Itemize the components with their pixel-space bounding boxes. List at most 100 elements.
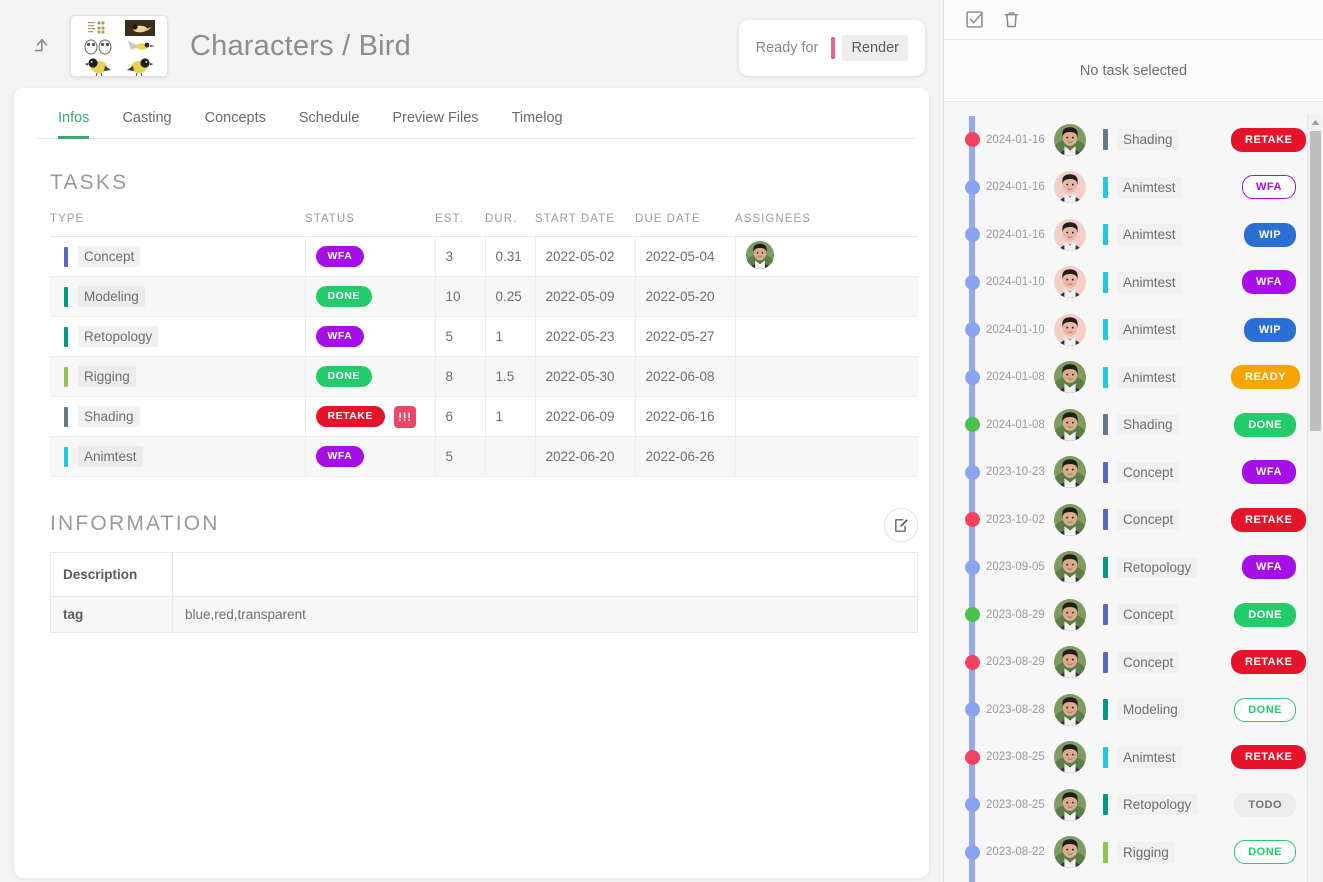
task-assignees-cell[interactable] — [735, 436, 918, 477]
task-row[interactable]: Modeling DONE 10 0.25 2022-05-09 2022-05-20 — [50, 276, 918, 317]
task-priority-badge[interactable]: !!! — [393, 405, 416, 428]
history-row[interactable]: 2023-08-29 Concept RETAKE — [944, 639, 1323, 687]
task-dur-cell[interactable] — [485, 436, 536, 477]
history-row[interactable]: 2024-01-10 Animtest WFA — [944, 259, 1323, 307]
task-status-cell[interactable]: WFA — [305, 316, 436, 357]
history-status-badge[interactable]: RETAKE — [1231, 745, 1307, 770]
history-row[interactable]: 2024-01-10 Animtest WIP — [944, 306, 1323, 354]
task-est-cell[interactable]: 10 — [435, 276, 486, 317]
avatar[interactable] — [1054, 551, 1086, 584]
tasks-col-status[interactable]: STATUS — [305, 213, 435, 237]
history-row[interactable]: 2024-01-16 Animtest WFA — [944, 164, 1323, 212]
avatar[interactable] — [1054, 266, 1086, 299]
history-row[interactable]: 2023-09-05 Retopology WFA — [944, 544, 1323, 592]
task-dur-cell[interactable]: 0.25 — [485, 276, 536, 317]
delete-tasks-button[interactable] — [1001, 9, 1022, 30]
tab-infos[interactable]: Infos — [58, 110, 90, 139]
history-row[interactable]: 2023-08-29 Concept DONE — [944, 591, 1323, 639]
history-status-badge[interactable]: TODO — [1234, 792, 1296, 817]
task-dur-cell[interactable]: 1 — [485, 316, 536, 357]
task-status-badge[interactable]: WFA — [315, 325, 365, 348]
task-type-cell[interactable]: Concept — [50, 236, 306, 277]
task-status-cell[interactable]: WFA — [305, 436, 436, 477]
edit-information-button[interactable] — [884, 508, 918, 542]
task-row[interactable]: Animtest WFA 5 2022-06-20 2022-06-26 — [50, 436, 918, 477]
scrollbar-up-button[interactable] — [1308, 114, 1322, 131]
history-row[interactable]: 2024-01-16 Shading RETAKE — [944, 116, 1323, 164]
task-dur-cell[interactable]: 1.5 — [485, 356, 536, 397]
task-status-cell[interactable]: RETAKE!!! — [305, 396, 436, 437]
task-type-cell[interactable]: Rigging — [50, 356, 306, 397]
task-type-cell[interactable]: Shading — [50, 396, 306, 437]
history-status-badge[interactable]: READY — [1231, 365, 1301, 390]
history-row[interactable]: 2024-01-16 Animtest WIP — [944, 211, 1323, 259]
avatar[interactable] — [1054, 503, 1086, 536]
task-est-cell[interactable]: 3 — [435, 236, 486, 277]
tasks-col-due-date[interactable]: DUE DATE — [635, 213, 735, 237]
tab-preview-files[interactable]: Preview Files — [392, 110, 478, 139]
history-row[interactable]: 2023-08-22 Rigging DONE — [944, 829, 1323, 877]
task-start-date-cell[interactable]: 2022-06-09 — [535, 396, 636, 437]
history-row[interactable]: 2023-08-28 Modeling DONE — [944, 686, 1323, 734]
history-status-badge[interactable]: DONE — [1234, 840, 1296, 865]
task-row[interactable]: Concept WFA 3 0.31 2022-05-02 2022-05-04 — [50, 236, 918, 277]
avatar[interactable] — [1054, 598, 1086, 631]
tasks-col-assignees[interactable]: ASSIGNEES — [735, 213, 918, 237]
history-status-badge[interactable]: WFA — [1242, 460, 1296, 485]
avatar[interactable] — [1054, 836, 1086, 869]
task-assignees-cell[interactable] — [735, 236, 918, 277]
task-type-cell[interactable]: Retopology — [50, 316, 306, 357]
task-start-date-cell[interactable]: 2022-06-20 — [535, 436, 636, 477]
history-status-badge[interactable]: WFA — [1242, 555, 1296, 580]
task-status-badge[interactable]: RETAKE — [315, 405, 385, 428]
tasks-col-dur[interactable]: DUR. — [485, 213, 535, 237]
information-value[interactable] — [172, 552, 918, 597]
history-status-badge[interactable]: DONE — [1234, 697, 1296, 722]
history-row[interactable]: 2023-08-25 Animtest RETAKE — [944, 734, 1323, 782]
task-status-badge[interactable]: WFA — [315, 445, 365, 468]
task-type-cell[interactable]: Modeling — [50, 276, 306, 317]
avatar[interactable] — [1054, 408, 1086, 441]
history-status-badge[interactable]: DONE — [1234, 602, 1296, 627]
tab-timelog[interactable]: Timelog — [512, 110, 563, 139]
task-row[interactable]: Retopology WFA 5 1 2022-05-23 2022-05-27 — [50, 316, 918, 357]
task-est-cell[interactable]: 8 — [435, 356, 486, 397]
task-due-date-cell[interactable]: 2022-06-26 — [635, 436, 736, 477]
avatar[interactable] — [1054, 646, 1086, 679]
history-row[interactable]: 2023-10-23 Concept WFA — [944, 449, 1323, 497]
task-assignees-cell[interactable] — [735, 396, 918, 437]
ready-for-chip[interactable]: Ready for Render — [738, 20, 925, 76]
task-type-cell[interactable]: Animtest — [50, 436, 306, 477]
tasks-col-type[interactable]: TYPE — [50, 213, 305, 237]
task-start-date-cell[interactable]: 2022-05-23 — [535, 316, 636, 357]
panel-scrollbar[interactable] — [1307, 114, 1322, 882]
history-status-badge[interactable]: RETAKE — [1231, 127, 1307, 152]
task-due-date-cell[interactable]: 2022-05-04 — [635, 236, 736, 277]
task-est-cell[interactable]: 5 — [435, 316, 486, 357]
task-dur-cell[interactable]: 0.31 — [485, 236, 536, 277]
tab-concepts[interactable]: Concepts — [205, 110, 266, 139]
avatar[interactable] — [1054, 171, 1086, 204]
task-start-date-cell[interactable]: 2022-05-09 — [535, 276, 636, 317]
task-status-cell[interactable]: DONE — [305, 356, 436, 397]
task-due-date-cell[interactable]: 2022-06-16 — [635, 396, 736, 437]
history-status-badge[interactable]: RETAKE — [1231, 650, 1307, 675]
select-tasks-button[interactable] — [964, 9, 985, 30]
avatar[interactable] — [745, 241, 774, 269]
avatar[interactable] — [1054, 218, 1086, 251]
task-start-date-cell[interactable]: 2022-05-30 — [535, 356, 636, 397]
task-est-cell[interactable]: 5 — [435, 436, 486, 477]
task-dur-cell[interactable]: 1 — [485, 396, 536, 437]
scrollbar-thumb[interactable] — [1310, 131, 1321, 431]
history-status-badge[interactable]: WIP — [1244, 222, 1296, 247]
history-row[interactable]: 2023-08-25 Retopology TODO — [944, 781, 1323, 829]
history-status-badge[interactable]: DONE — [1234, 412, 1296, 437]
task-due-date-cell[interactable]: 2022-06-08 — [635, 356, 736, 397]
task-status-badge[interactable]: DONE — [315, 285, 372, 308]
task-due-date-cell[interactable]: 2022-05-27 — [635, 316, 736, 357]
information-value[interactable]: blue,red,transparent — [172, 596, 918, 633]
task-status-cell[interactable]: DONE — [305, 276, 436, 317]
task-est-cell[interactable]: 6 — [435, 396, 486, 437]
task-due-date-cell[interactable]: 2022-05-20 — [635, 276, 736, 317]
task-status-cell[interactable]: WFA — [305, 236, 436, 277]
